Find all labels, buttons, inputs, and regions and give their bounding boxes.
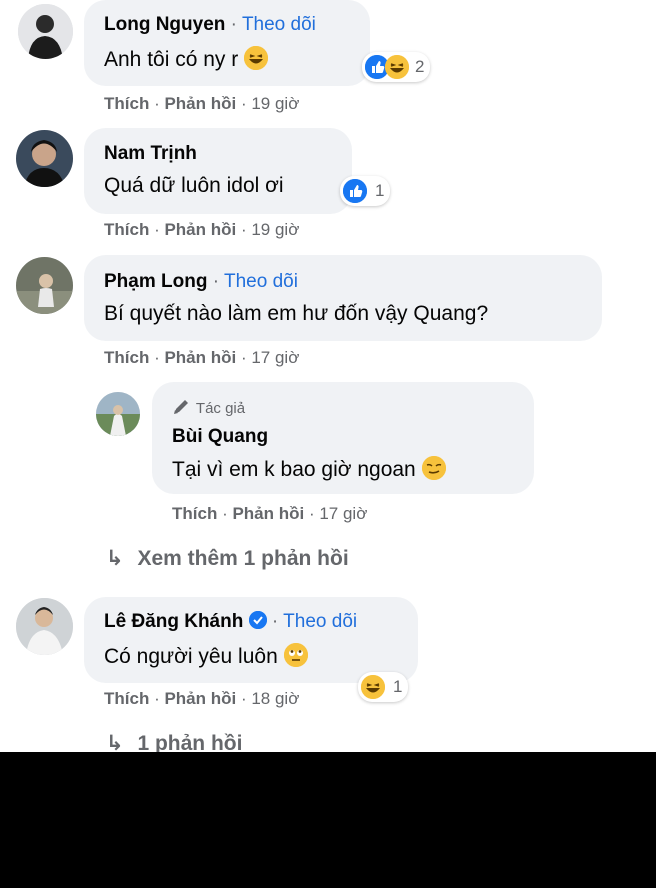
separator: · xyxy=(217,504,233,523)
reaction-summary[interactable]: 2 xyxy=(362,52,431,82)
comment-author: Long Nguyen · Theo dõi xyxy=(104,14,316,36)
haha-reaction-icon xyxy=(361,675,385,699)
avatar[interactable] xyxy=(18,4,73,59)
laughing-emoji-icon xyxy=(244,46,269,70)
reply-button[interactable]: Phản hồi xyxy=(164,220,236,239)
comment-actions: Thích · Phản hồi · 17 giờ xyxy=(104,348,299,368)
comment-bubble xyxy=(84,597,418,683)
timestamp[interactable]: 19 giờ xyxy=(251,94,299,113)
comment-text: Bí quyết nào làm em hư đốn vậy Quang? xyxy=(104,302,489,325)
comment-body: Anh tôi có ny r xyxy=(104,48,239,71)
comment-author: Lê Đăng Khánh · Theo dõi xyxy=(104,611,357,633)
comment-text: Anh tôi có ny r xyxy=(104,46,269,72)
view-more-replies-label: Xem thêm 1 phản hồi xyxy=(137,547,349,570)
comment-bubble xyxy=(84,255,602,341)
separator: · xyxy=(207,271,224,292)
comment-actions: Thích · Phản hồi · 17 giờ xyxy=(172,504,367,524)
author-name[interactable]: Long Nguyen xyxy=(104,14,225,35)
haha-reaction-icon xyxy=(385,55,409,79)
like-button[interactable]: Thích xyxy=(104,348,149,367)
comment-bubble xyxy=(84,128,352,214)
avatar[interactable] xyxy=(16,130,73,187)
avatar[interactable] xyxy=(16,257,73,314)
like-button[interactable]: Thích xyxy=(104,94,149,113)
comment-text: Tại vì em k bao giờ ngoan xyxy=(172,456,446,482)
reaction-count: 2 xyxy=(415,57,425,76)
pen-icon xyxy=(172,398,192,420)
separator: · xyxy=(304,504,320,523)
timestamp[interactable]: 19 giờ xyxy=(251,220,299,239)
timestamp[interactable]: 17 giờ xyxy=(251,348,299,367)
reply-arrow-icon: ↳ xyxy=(106,547,124,570)
rolling-eyes-emoji-icon xyxy=(283,643,308,667)
reply-button[interactable]: Phản hồi xyxy=(164,94,236,113)
separator: · xyxy=(236,348,252,367)
reaction-count: 1 xyxy=(393,677,403,696)
comment-text: Có người yêu luôn xyxy=(104,643,308,669)
comment-body: Có người yêu luôn xyxy=(104,645,278,668)
author-name[interactable]: Lê Đăng Khánh xyxy=(104,611,243,632)
separator: · xyxy=(149,689,165,708)
separator: · xyxy=(266,611,284,632)
author-tag: Tác giả xyxy=(172,398,245,420)
comment-bubble xyxy=(84,0,370,86)
reaction-summary[interactable]: 1 xyxy=(358,672,409,702)
comment-body: Tại vì em k bao giờ ngoan xyxy=(172,458,416,481)
comment-author: Phạm Long · Theo dõi xyxy=(104,271,298,293)
timestamp[interactable]: 18 giờ xyxy=(251,689,299,708)
like-button[interactable]: Thích xyxy=(104,689,149,708)
avatar[interactable] xyxy=(96,392,140,436)
separator: · xyxy=(236,689,252,708)
view-more-replies-link[interactable]: ↳ Xem thêm 1 phản hồi xyxy=(106,546,349,571)
author-tag-label: Tác giả xyxy=(195,400,246,417)
follow-link[interactable]: Theo dõi xyxy=(224,271,298,292)
reaction-summary[interactable]: 1 xyxy=(340,176,391,206)
reaction-count: 1 xyxy=(375,181,385,200)
separator: · xyxy=(236,94,252,113)
separator: · xyxy=(149,348,165,367)
comment-actions: Thích · Phản hồi · 19 giờ xyxy=(104,220,299,240)
separator: · xyxy=(236,220,252,239)
author-name[interactable]: Phạm Long xyxy=(104,271,207,292)
avatar[interactable] xyxy=(16,598,73,655)
timestamp[interactable]: 17 giờ xyxy=(319,504,367,523)
black-overlay xyxy=(0,752,656,888)
reply-button[interactable]: Phản hồi xyxy=(164,689,236,708)
separator: · xyxy=(149,94,165,113)
comment-actions: Thích · Phản hồi · 18 giờ xyxy=(104,689,299,709)
author-name[interactable]: Bùi Quang xyxy=(172,426,268,447)
separator: · xyxy=(149,220,165,239)
comment-author: Nam Trịnh xyxy=(104,143,197,165)
separator: · xyxy=(225,14,242,35)
comment-author: Bùi Quang xyxy=(172,426,268,448)
like-button[interactable]: Thích xyxy=(172,504,217,523)
reply-button[interactable]: Phản hồi xyxy=(164,348,236,367)
like-button[interactable]: Thích xyxy=(104,220,149,239)
verified-badge-icon xyxy=(248,611,267,629)
smirking-emoji-icon xyxy=(421,456,446,480)
comment-text: Quá dữ luôn idol ơi xyxy=(104,174,284,197)
author-name[interactable]: Nam Trịnh xyxy=(104,143,197,164)
reply-button[interactable]: Phản hồi xyxy=(232,504,304,523)
follow-link[interactable]: Theo dõi xyxy=(283,611,357,632)
comment-actions: Thích · Phản hồi · 19 giờ xyxy=(104,94,299,114)
like-reaction-icon xyxy=(343,179,367,203)
follow-link[interactable]: Theo dõi xyxy=(242,14,316,35)
